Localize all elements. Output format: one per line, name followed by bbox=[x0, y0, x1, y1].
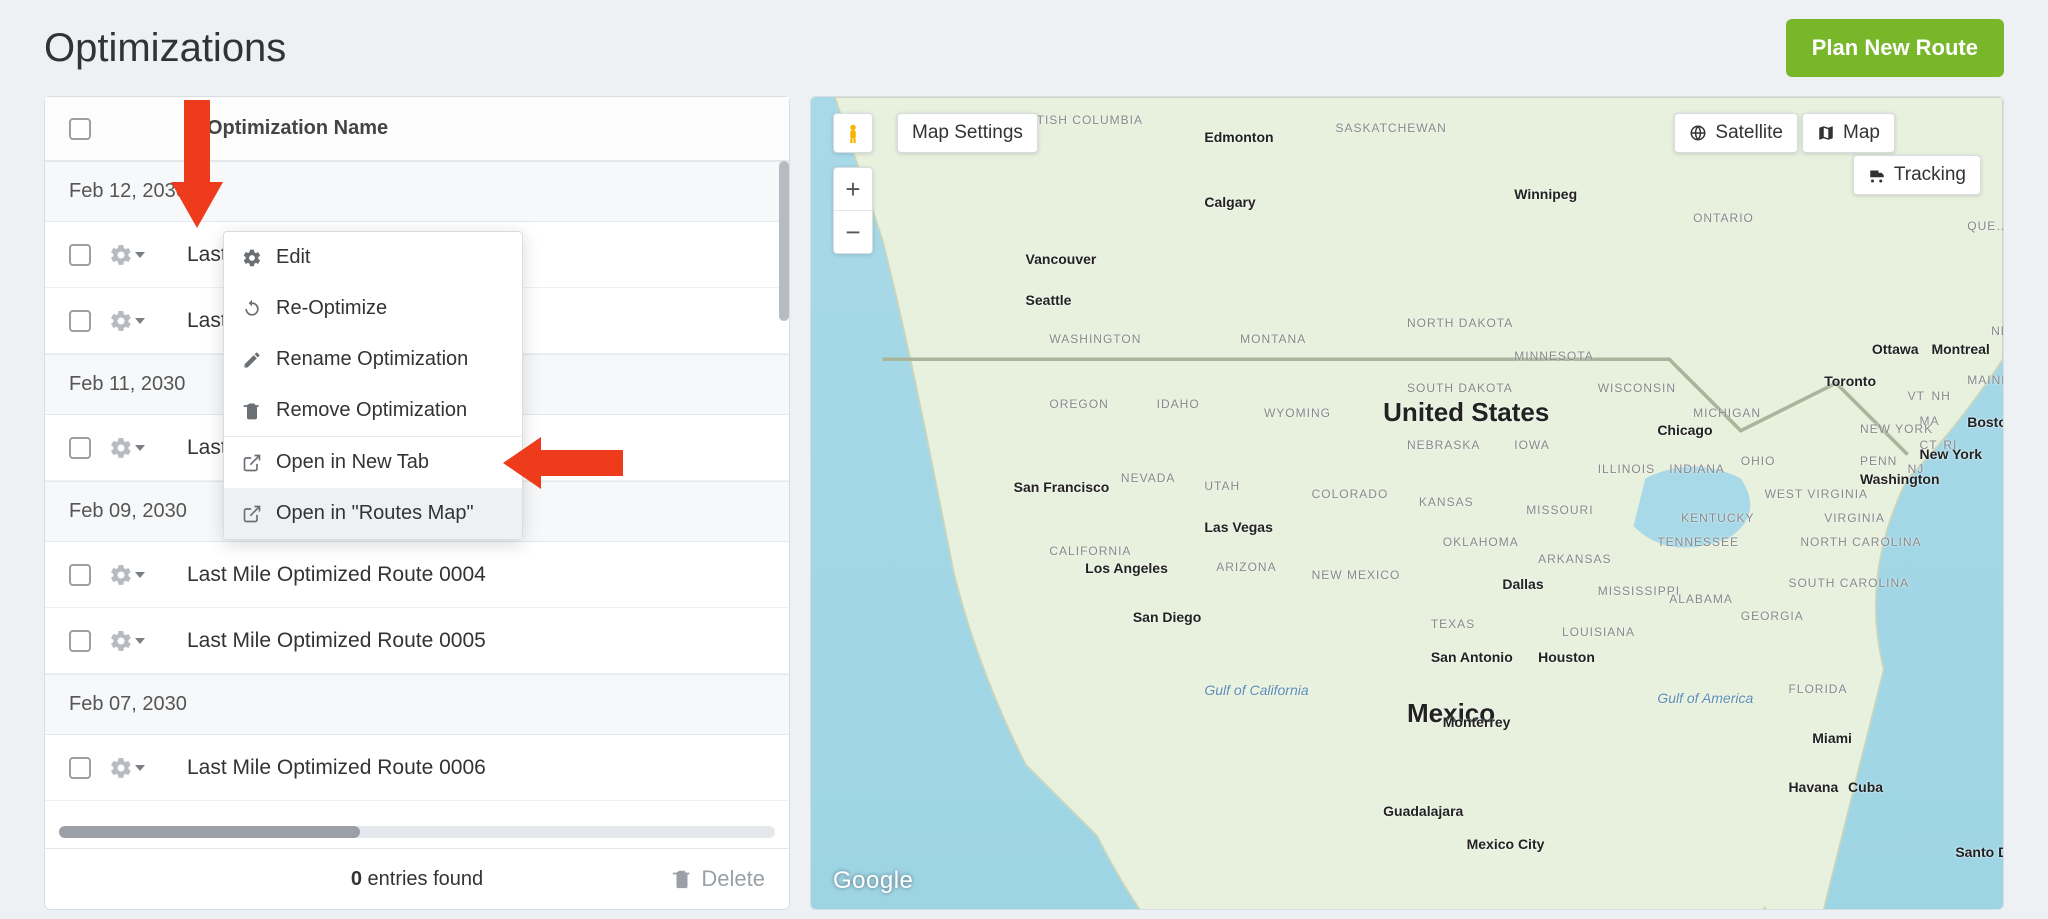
map-panel[interactable]: United StatesMexicoEdmontonCalgaryVancou… bbox=[810, 96, 2004, 910]
scrollbar-horizontal[interactable] bbox=[59, 826, 775, 838]
menu-item-edit[interactable]: Edit bbox=[224, 232, 522, 283]
row-actions-button[interactable] bbox=[109, 629, 169, 653]
gear-icon bbox=[109, 563, 133, 587]
row-actions-menu: Edit Re-Optimize Rename Optimization Rem… bbox=[223, 231, 523, 540]
menu-item-remove[interactable]: Remove Optimization bbox=[224, 385, 522, 436]
row-checkbox[interactable] bbox=[69, 437, 91, 459]
gear-icon bbox=[242, 248, 262, 268]
plan-new-route-button[interactable]: Plan New Route bbox=[1786, 19, 2004, 77]
menu-item-reoptimize[interactable]: Re-Optimize bbox=[224, 283, 522, 334]
page-title: Optimizations bbox=[44, 26, 286, 71]
row-actions-button[interactable] bbox=[109, 563, 169, 587]
annotation-arrow-left bbox=[503, 437, 623, 489]
caret-down-icon bbox=[135, 765, 145, 771]
map-canvas bbox=[811, 97, 2003, 910]
map-toggle[interactable]: Map bbox=[1802, 113, 1895, 153]
date-group-header: Feb 12, 2030 bbox=[45, 161, 789, 222]
row-checkbox[interactable] bbox=[69, 564, 91, 586]
caret-down-icon bbox=[135, 252, 145, 258]
caret-down-icon bbox=[135, 572, 145, 578]
entries-count: 0 entries found bbox=[351, 868, 483, 891]
gear-icon bbox=[109, 629, 133, 653]
row-checkbox[interactable] bbox=[69, 630, 91, 652]
map-icon bbox=[1817, 124, 1835, 142]
gear-icon bbox=[109, 436, 133, 460]
google-logo: Google bbox=[833, 867, 913, 895]
row-actions-button[interactable] bbox=[109, 309, 169, 333]
streetview-pegman[interactable] bbox=[833, 113, 873, 153]
gear-icon bbox=[109, 243, 133, 267]
zoom-in-button[interactable]: + bbox=[834, 168, 872, 210]
menu-item-open-new-tab[interactable]: Open in New Tab bbox=[224, 437, 522, 488]
annotation-arrow-down bbox=[171, 100, 223, 230]
optimization-row[interactable]: Last Mile Optimized Route 0006 bbox=[45, 735, 789, 801]
pencil-icon bbox=[242, 350, 262, 370]
row-checkbox[interactable] bbox=[69, 310, 91, 332]
zoom-control: + − bbox=[833, 167, 873, 254]
optimization-name: Last Mile Optimized Route 0004 bbox=[187, 563, 486, 587]
row-actions-button[interactable] bbox=[109, 243, 169, 267]
caret-down-icon bbox=[135, 318, 145, 324]
trash-icon bbox=[671, 867, 693, 891]
select-all-checkbox[interactable] bbox=[69, 118, 91, 140]
optimization-name: Last Mile Optimized Route 0005 bbox=[187, 629, 486, 653]
row-checkbox[interactable] bbox=[69, 244, 91, 266]
truck-icon bbox=[1868, 166, 1886, 184]
globe-icon bbox=[1689, 124, 1707, 142]
optimization-row[interactable]: Last Mile Optimized Route 0005 bbox=[45, 608, 789, 674]
caret-down-icon bbox=[135, 445, 145, 451]
external-link-icon bbox=[242, 453, 262, 473]
scrollbar-vertical[interactable] bbox=[779, 161, 789, 321]
tracking-button[interactable]: Tracking bbox=[1853, 155, 1981, 195]
optimizations-list-panel: Optimization Name Feb 12, 2030 Last Mile… bbox=[44, 96, 790, 910]
caret-down-icon bbox=[135, 638, 145, 644]
row-actions-button[interactable] bbox=[109, 436, 169, 460]
external-link-icon bbox=[242, 504, 262, 524]
menu-item-open-routes-map[interactable]: Open in "Routes Map" bbox=[224, 488, 522, 539]
satellite-toggle[interactable]: Satellite bbox=[1674, 113, 1798, 153]
trash-icon bbox=[242, 401, 262, 421]
column-header-name: Optimization Name bbox=[207, 117, 388, 140]
menu-item-rename[interactable]: Rename Optimization bbox=[224, 334, 522, 385]
optimization-row[interactable]: Last Mile Optimized Route 0004 bbox=[45, 542, 789, 608]
delete-button[interactable]: Delete bbox=[671, 866, 765, 892]
date-group-header: Feb 07, 2030 bbox=[45, 674, 789, 735]
gear-icon bbox=[109, 756, 133, 780]
zoom-out-button[interactable]: − bbox=[834, 211, 872, 253]
gear-icon bbox=[109, 309, 133, 333]
row-actions-button[interactable] bbox=[109, 756, 169, 780]
refresh-icon bbox=[242, 299, 262, 319]
map-settings-button[interactable]: Map Settings bbox=[897, 113, 1038, 153]
optimization-name: Last Mile Optimized Route 0006 bbox=[187, 756, 486, 780]
row-checkbox[interactable] bbox=[69, 757, 91, 779]
